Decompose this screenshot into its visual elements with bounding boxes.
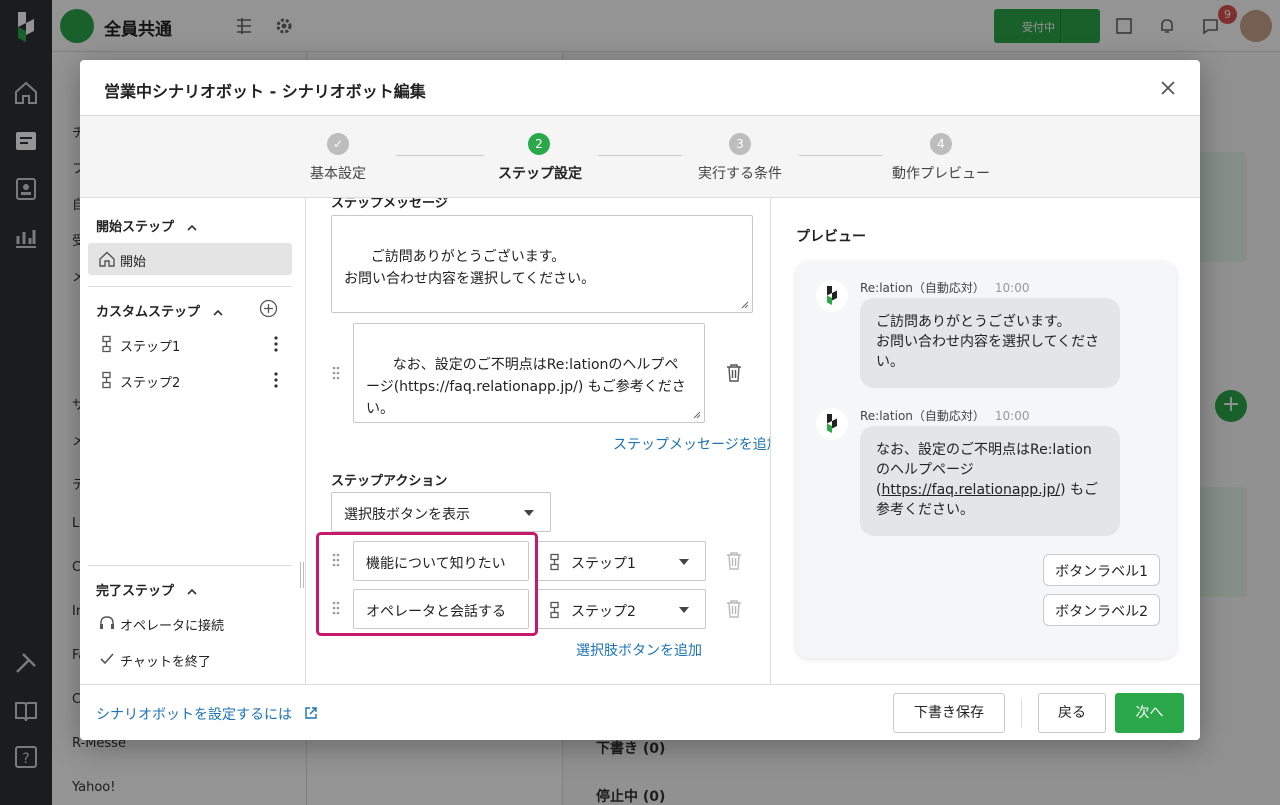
custom-step-header-label: カスタムステップ <box>96 305 201 320</box>
step-4-indicator[interactable]: 4 <box>930 133 952 155</box>
step-2-active-indicator[interactable]: 2 <box>528 133 550 155</box>
step-list-panel: 開始ステップ 開始 カスタムステップ ステップ1 ステップ2 完了ステップ オペ… <box>80 198 306 684</box>
scenario-bot-help-link[interactable]: シナリオボットを設定するには <box>96 704 318 724</box>
step-action-select[interactable]: 選択肢ボタンを表示 <box>331 492 551 532</box>
custom-step-header[interactable]: カスタムステップ <box>96 301 223 320</box>
more-vertical-icon[interactable] <box>272 371 280 389</box>
trash-icon[interactable] <box>725 363 743 383</box>
step-node-icon <box>550 553 559 571</box>
check-icon <box>100 653 114 665</box>
step-node-icon <box>102 335 111 353</box>
step-item-label: チャットを終了 <box>120 655 211 670</box>
back-button[interactable]: 戻る <box>1038 693 1106 733</box>
chevron-up-icon <box>212 309 223 316</box>
step-editor-panel: ステップメッセージ ご訪問ありがとうございます。 お問い合わせ内容を選択してくだ… <box>307 198 771 684</box>
dropdown-caret-icon <box>679 607 689 613</box>
help-page-link[interactable]: https://faq.relationapp.jp/ <box>881 482 1060 498</box>
end-step-header-label: 完了ステップ <box>96 584 175 599</box>
trash-icon[interactable] <box>725 599 743 619</box>
chat-bubble-text: ご訪問ありがとうございます。 お問い合わせ内容を選択してください。 <box>876 314 1100 370</box>
scenario-bot-edit-modal: 営業中シナリオボット - シナリオボット編集 ✓ 基本設定 2 ステップ設定 3… <box>80 60 1200 740</box>
modal-header: 営業中シナリオボット - シナリオボット編集 <box>80 60 1200 116</box>
step-item-connect-operator[interactable]: オペレータに接続 <box>88 607 292 639</box>
step-3-indicator[interactable]: 3 <box>729 133 751 155</box>
step-message-text-1: ご訪問ありがとうございます。 お問い合わせ内容を選択してください。 <box>344 249 596 287</box>
help-link-label: シナリオボットを設定するには <box>96 707 292 723</box>
modal-footer: シナリオボットを設定するには 下書き保存 戻る 次へ <box>80 684 1200 740</box>
message-time: 10:00 <box>994 281 1030 295</box>
chat-bubble-1: ご訪問ありがとうございます。 お問い合わせ内容を選択してください。 <box>860 298 1120 388</box>
step-node-icon <box>550 601 559 619</box>
preview-choice-button-1[interactable]: ボタンラベル1 <box>1043 554 1160 586</box>
step-message-text-2: なお、設定のご不明点はRe:lationのヘルプページ(https://faq.… <box>366 357 686 417</box>
bot-name: Re:lation（自動応対） <box>860 281 985 295</box>
choice-target-select-1[interactable]: ステップ1 <box>536 541 706 581</box>
preview-panel: プレビュー Re:lation（自動応対） 10:00 ご訪問ありがとうございます… <box>772 198 1200 684</box>
step-item-label: ステップ1 <box>120 340 181 355</box>
choice-target-value: ステップ2 <box>571 604 636 620</box>
end-step-header[interactable]: 完了ステップ <box>96 580 197 599</box>
resize-grip-icon[interactable] <box>741 301 749 309</box>
trash-icon[interactable] <box>725 551 743 571</box>
home-icon <box>99 251 115 267</box>
preview-heading: プレビュー <box>796 229 866 245</box>
step-message-label: ステップメッセージ <box>331 198 448 211</box>
add-step-plus-icon[interactable] <box>259 299 278 318</box>
step-1-label[interactable]: 基本設定 <box>310 163 366 183</box>
step-item-label: ステップ2 <box>120 376 181 391</box>
add-choice-button-link[interactable]: 選択肢ボタンを追加 <box>576 640 702 660</box>
close-icon[interactable] <box>1158 78 1178 98</box>
chat-preview: Re:lation（自動応対） 10:00 ご訪問ありがとうございます。 お問い合… <box>796 262 1176 658</box>
chat-bubble-2: なお、設定のご不明点はRe:lationのヘルプページ (https://faq… <box>860 426 1120 536</box>
step-3-label[interactable]: 実行する条件 <box>698 163 782 183</box>
step-action-select-value: 選択肢ボタンを表示 <box>344 507 470 523</box>
headset-icon <box>100 616 114 629</box>
step-item-end-chat[interactable]: チャットを終了 <box>88 643 292 675</box>
step-item-start[interactable]: 開始 <box>88 243 292 275</box>
step-4-label[interactable]: 動作プレビュー <box>892 163 990 183</box>
bot-avatar-icon <box>816 280 848 312</box>
save-draft-button[interactable]: 下書き保存 <box>893 693 1005 733</box>
next-button[interactable]: 次へ <box>1115 693 1184 733</box>
step-action-label: ステップアクション <box>331 474 448 489</box>
step-message-textarea-1[interactable]: ご訪問ありがとうございます。 お問い合わせ内容を選択してください。 <box>331 215 753 313</box>
choice-target-value: ステップ1 <box>571 556 636 572</box>
step-1-done-check-icon[interactable]: ✓ <box>327 133 349 155</box>
drag-handle-icon[interactable] <box>331 365 341 381</box>
choice-target-select-2[interactable]: ステップ2 <box>536 589 706 629</box>
bot-sender-line: Re:lation（自動応対） 10:00 <box>860 279 1030 296</box>
dropdown-caret-icon <box>679 559 689 565</box>
bot-sender-line: Re:lation（自動応対） 10:00 <box>860 407 1030 424</box>
annotation-highlight-box <box>316 532 538 636</box>
step-item-custom-2[interactable]: ステップ2 <box>88 364 292 396</box>
step-2-label[interactable]: ステップ設定 <box>498 163 582 183</box>
bot-avatar-icon <box>816 408 848 440</box>
message-time: 10:00 <box>994 409 1030 423</box>
chevron-up-icon <box>186 588 197 595</box>
step-node-icon <box>102 371 111 389</box>
start-step-header-label: 開始ステップ <box>96 220 175 235</box>
step-message-textarea-2[interactable]: なお、設定のご不明点はRe:lationのヘルプページ(https://faq.… <box>353 323 705 423</box>
step-item-label: オペレータに接続 <box>120 619 225 634</box>
bot-name: Re:lation（自動応対） <box>860 409 985 423</box>
external-link-icon <box>305 707 318 719</box>
more-vertical-icon[interactable] <box>272 335 280 353</box>
resize-grip-icon[interactable] <box>693 411 701 419</box>
wizard-stepper: ✓ 基本設定 2 ステップ設定 3 実行する条件 4 動作プレビュー <box>80 116 1200 198</box>
preview-choice-button-2[interactable]: ボタンラベル2 <box>1043 594 1160 626</box>
add-step-message-link[interactable]: ステップメッセージを追加 <box>613 434 770 454</box>
chevron-up-icon <box>186 224 197 231</box>
step-item-custom-1[interactable]: ステップ1 <box>88 328 292 360</box>
start-step-header[interactable]: 開始ステップ <box>96 216 197 235</box>
modal-title: 営業中シナリオボット - シナリオボット編集 <box>104 82 426 101</box>
panel-resize-handle[interactable] <box>300 562 304 588</box>
step-item-label: 開始 <box>120 255 147 270</box>
dropdown-caret-icon <box>524 510 534 516</box>
